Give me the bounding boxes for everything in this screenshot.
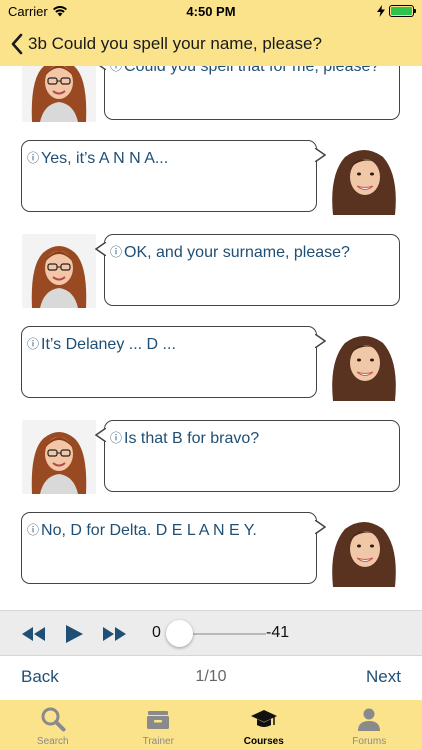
message-row: ⓘ No, D for Delta. D E L A N E Y. xyxy=(0,498,422,591)
info-icon[interactable]: ⓘ xyxy=(110,431,122,445)
battery-level xyxy=(391,7,412,15)
speech-bubble[interactable]: ⓘ Could you spell that for me, please? xyxy=(98,66,400,120)
message-text: It’s Delaney ... D ... xyxy=(41,336,176,353)
time-remaining: -41 xyxy=(266,624,290,641)
status-left: Carrier xyxy=(8,4,68,19)
message-row: ⓘ Could you spell that for me, please? xyxy=(0,66,422,126)
speech-bubble[interactable]: ⓘ It’s Delaney ... D ... xyxy=(21,326,326,398)
person-icon xyxy=(358,708,381,731)
bubble-tail xyxy=(312,520,326,534)
teacher-avatar xyxy=(22,420,96,494)
message-text: Could you spell that for me, please? xyxy=(124,66,380,75)
pager: Back 1/10 Next xyxy=(0,656,422,700)
card-box-icon xyxy=(147,711,170,729)
bubble-tail xyxy=(95,242,109,256)
message-text: No, D for Delta. D E L A N E Y. xyxy=(41,522,257,539)
tab-courses[interactable]: Courses xyxy=(211,700,317,750)
message-text: Is that B for bravo? xyxy=(124,430,260,447)
info-icon[interactable]: ⓘ xyxy=(27,151,39,165)
info-icon[interactable]: ⓘ xyxy=(110,245,122,259)
speech-bubble[interactable]: ⓘ No, D for Delta. D E L A N E Y. xyxy=(21,512,326,584)
wifi-icon xyxy=(52,6,67,17)
chevron-left-icon[interactable] xyxy=(10,33,24,55)
carrier-label: Carrier xyxy=(8,3,48,19)
student-avatar xyxy=(327,513,401,587)
message-row: ⓘ It’s Delaney ... D ... xyxy=(0,312,422,405)
progress-slider-knob[interactable] xyxy=(166,620,193,647)
bubble-tail xyxy=(95,428,109,442)
graduation-cap-icon xyxy=(250,710,277,727)
tab-forums[interactable]: Forums xyxy=(317,700,422,750)
battery-icon xyxy=(389,5,416,17)
search-icon xyxy=(41,707,66,732)
student-avatar xyxy=(327,327,401,401)
message-text: OK, and your surname, please? xyxy=(124,244,350,261)
bubble-tail xyxy=(98,66,109,70)
speech-bubble[interactable]: ⓘ OK, and your surname, please? xyxy=(95,234,400,306)
bubble-tail xyxy=(312,148,326,162)
rewind-icon[interactable] xyxy=(20,624,46,644)
message-text: Yes, it’s A N N A... xyxy=(41,150,169,167)
info-icon[interactable]: ⓘ xyxy=(110,66,122,73)
charging-bolt-icon xyxy=(377,5,385,17)
play-icon[interactable] xyxy=(64,624,84,644)
message-row: ⓘ OK, and your surname, please? xyxy=(0,219,422,312)
tab-search[interactable]: Search xyxy=(0,700,106,750)
navigation-bar: 3b Could you spell your name, please? xyxy=(0,22,422,66)
bubble-tail xyxy=(312,334,326,348)
page-title: 3b Could you spell your name, please? xyxy=(28,34,322,53)
info-icon[interactable]: ⓘ xyxy=(27,337,39,351)
message-row: ⓘ Is that B for bravo? xyxy=(0,405,422,498)
tab-label: Search xyxy=(36,736,69,747)
time-elapsed: 0 xyxy=(152,624,161,641)
teacher-avatar xyxy=(22,234,96,308)
fast-forward-icon[interactable] xyxy=(102,624,128,644)
tab-label: Forums xyxy=(352,736,387,747)
next-button[interactable]: Next xyxy=(366,667,401,687)
audio-player: 0 -41 xyxy=(0,610,422,656)
info-icon[interactable]: ⓘ xyxy=(27,523,39,537)
conversation-list: ⓘ Could you spell that for me, please? ⓘ Ye… xyxy=(0,66,422,591)
speech-bubble[interactable]: ⓘ Is that B for bravo? xyxy=(95,420,400,492)
tab-bar: Search Trainer Courses Forums xyxy=(0,700,422,750)
status-bar: Carrier 4:50 PM xyxy=(0,0,422,22)
tab-trainer[interactable]: Trainer xyxy=(106,700,212,750)
student-avatar xyxy=(327,141,401,215)
conversation-view[interactable]: ⓘ Could you spell that for me, please? ⓘ Ye… xyxy=(0,66,422,610)
page-indicator: 1/10 xyxy=(195,668,227,685)
speech-bubble[interactable]: ⓘ Yes, it’s A N N A... xyxy=(21,140,326,212)
status-right xyxy=(377,5,416,17)
teacher-avatar xyxy=(22,66,96,122)
tab-label: Trainer xyxy=(142,736,174,747)
tab-label: Courses xyxy=(243,736,284,747)
message-row: ⓘ Yes, it’s A N N A... xyxy=(0,126,422,219)
